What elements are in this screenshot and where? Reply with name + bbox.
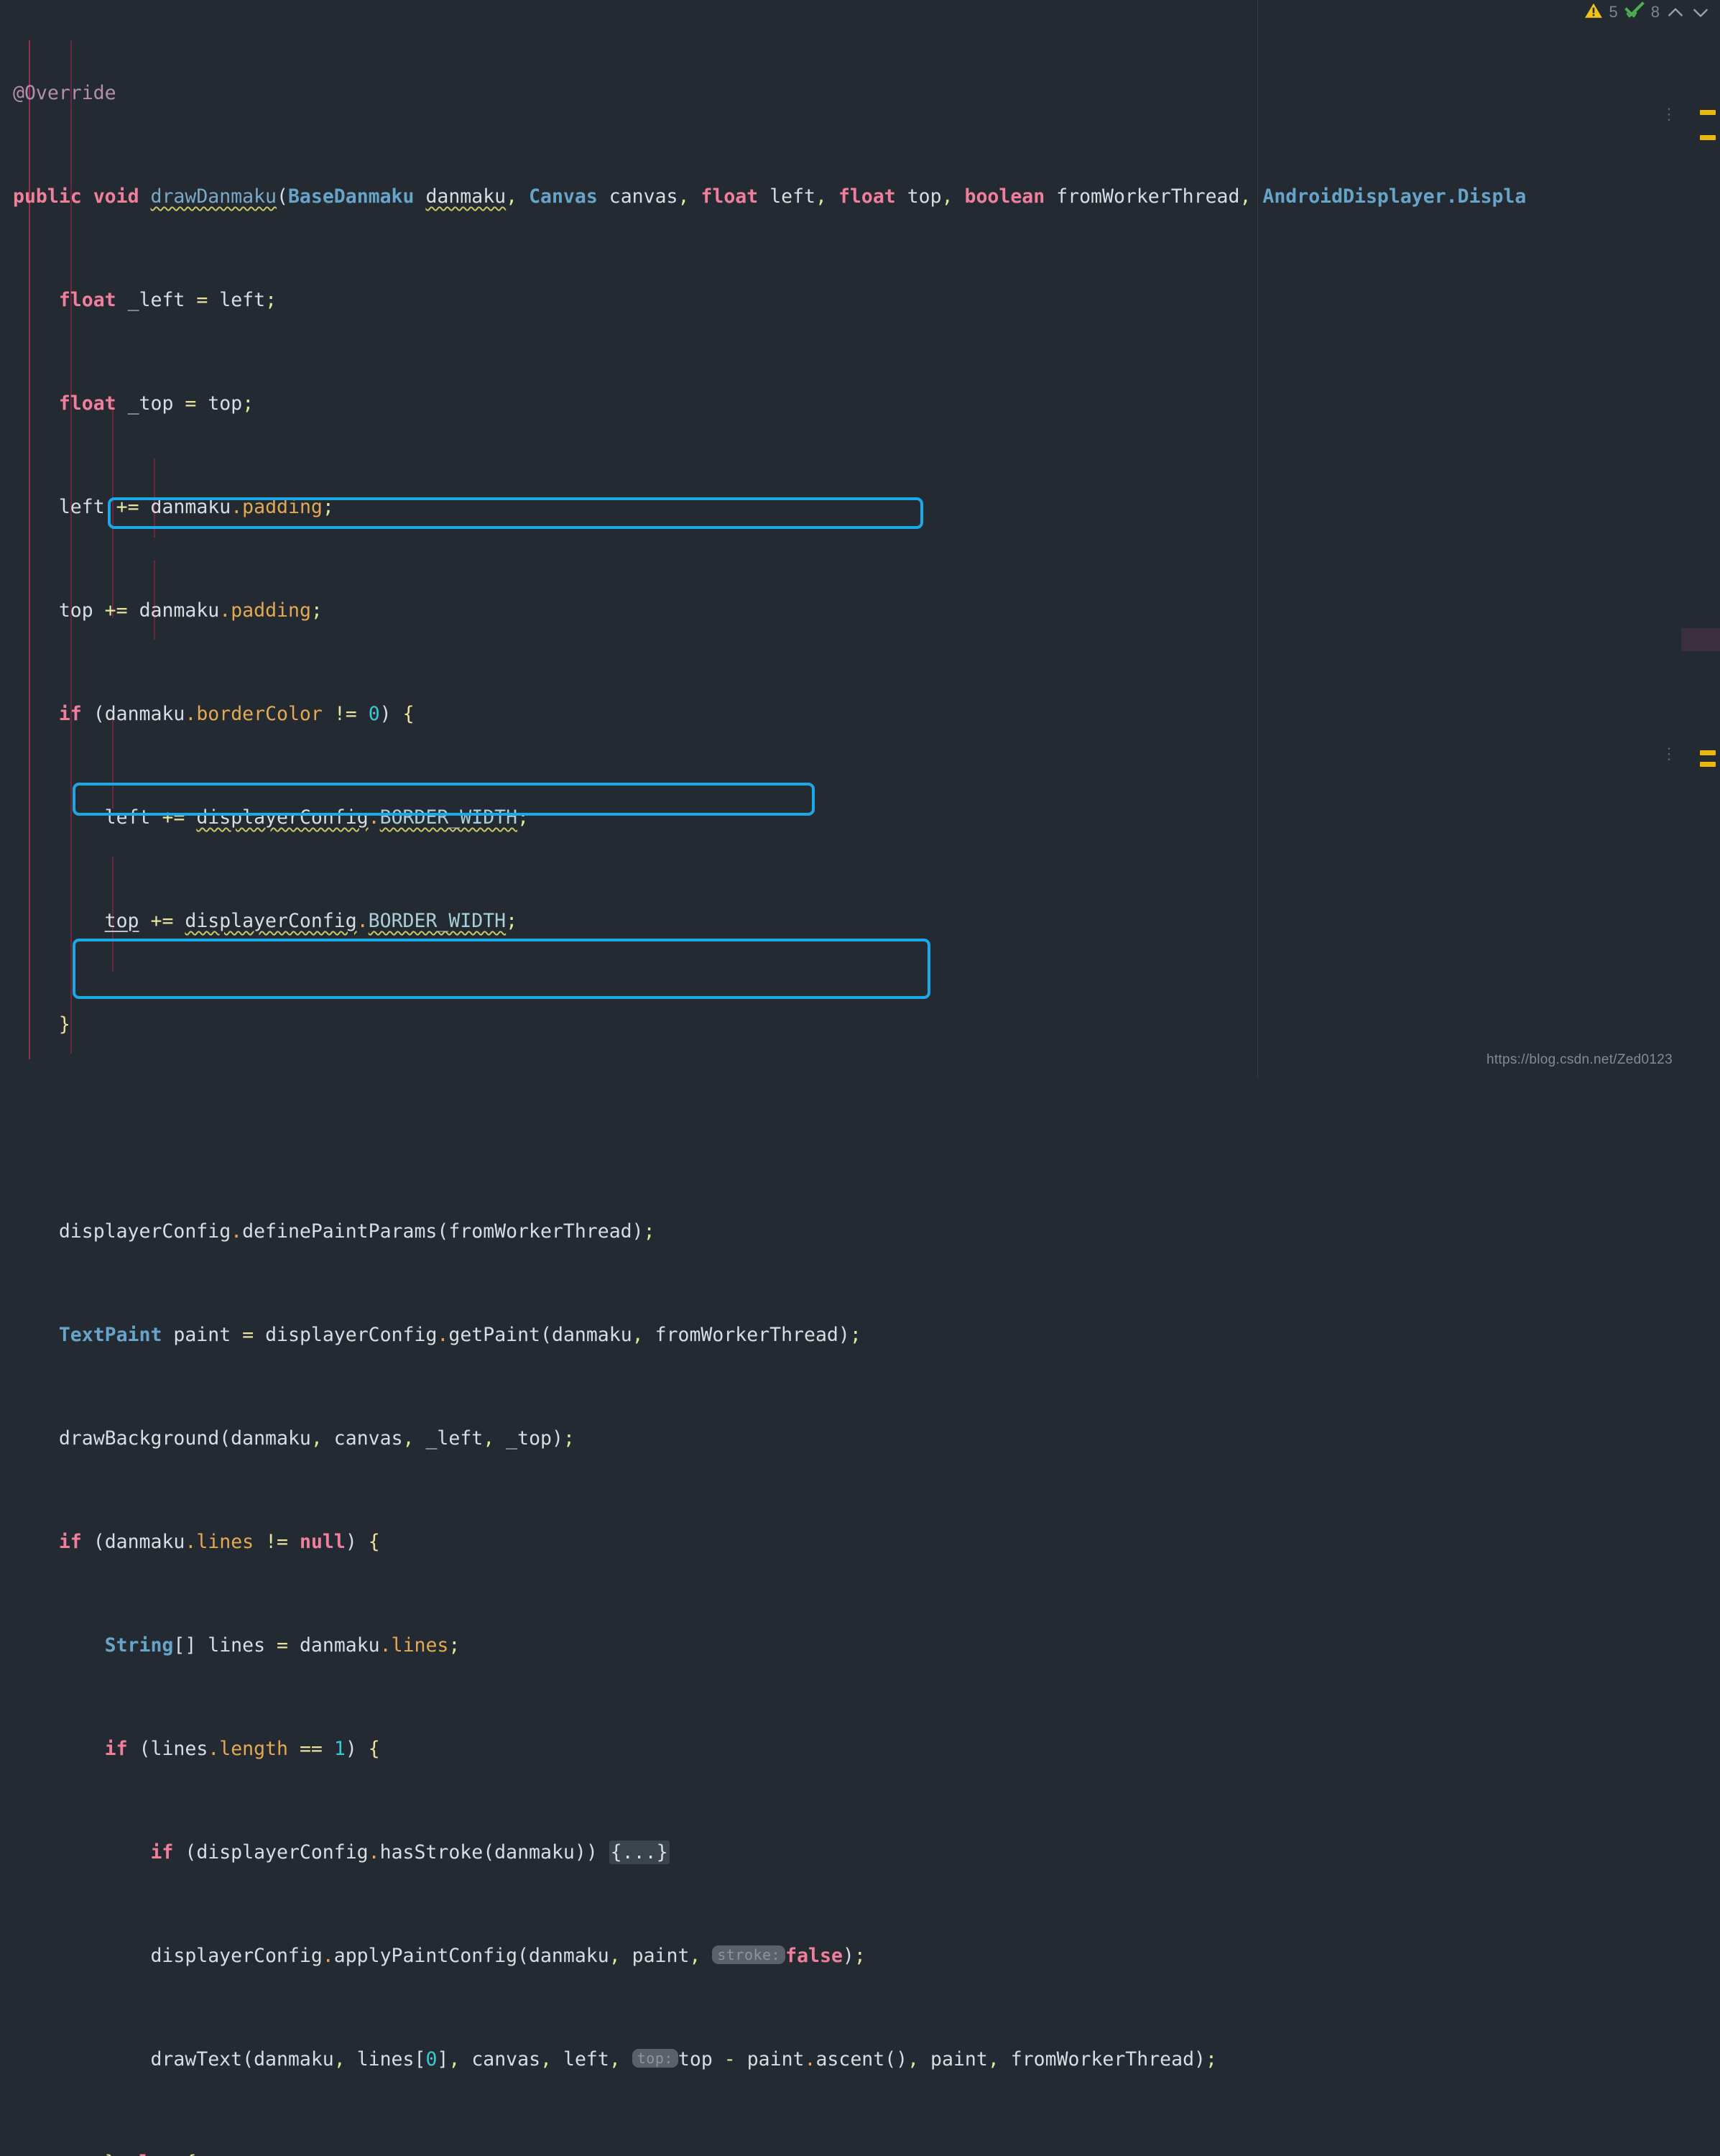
field-borderColor: borderColor bbox=[196, 703, 323, 725]
code-line-5[interactable]: left += danmaku.padding; bbox=[0, 494, 1720, 520]
type-TextPaint: TextPaint bbox=[58, 1324, 162, 1346]
param-hint-stroke: stroke: bbox=[712, 1945, 786, 1964]
green-check-icon[interactable] bbox=[1624, 1, 1645, 23]
code-line-21[interactable]: } else { bbox=[0, 2150, 1720, 2156]
warning-triangle-icon[interactable] bbox=[1584, 1, 1603, 23]
param-danmaku: danmaku bbox=[425, 185, 507, 208]
kw-if: if bbox=[104, 1738, 128, 1760]
code-line-19[interactable]: displayerConfig.applyPaintConfig(danmaku… bbox=[0, 1943, 1720, 1969]
fold-marker-mid[interactable]: ⋮ bbox=[1661, 747, 1677, 763]
type-BaseDanmaku: BaseDanmaku bbox=[287, 185, 415, 208]
warning-marker-2[interactable] bbox=[1700, 135, 1716, 140]
field-lines: lines bbox=[196, 1531, 254, 1553]
param-left: left bbox=[769, 185, 816, 208]
code-line-14[interactable]: drawBackground(danmaku, canvas, _left, _… bbox=[0, 1426, 1720, 1452]
code-line-4[interactable]: float _top = top; bbox=[0, 391, 1720, 417]
code-line-20[interactable]: drawText(danmaku, lines[0], canvas, left… bbox=[0, 2047, 1720, 2073]
field-lines: lines bbox=[391, 1634, 449, 1657]
type-Canvas: Canvas bbox=[529, 185, 598, 208]
chevron-down-icon[interactable] bbox=[1691, 3, 1710, 22]
scrollbar-marker-track[interactable] bbox=[1681, 0, 1720, 1078]
const-BORDER-WIDTH: BORDER_WIDTH bbox=[379, 806, 518, 829]
field-padding: padding bbox=[231, 599, 311, 622]
code-line-8[interactable]: left += displayerConfig.BORDER_WIDTH; bbox=[0, 805, 1720, 831]
kw-if: if bbox=[58, 1531, 82, 1553]
kw-null: null bbox=[299, 1531, 346, 1553]
kw-public: public bbox=[13, 185, 82, 208]
field-padding: padding bbox=[242, 496, 323, 518]
param-canvas: canvas bbox=[609, 185, 678, 208]
type-AndroidDisplayer: AndroidDisplayer.Displa bbox=[1262, 185, 1527, 208]
code-line-13[interactable]: TextPaint paint = displayerConfig.getPai… bbox=[0, 1322, 1720, 1348]
watermark: https://blog.csdn.net/Zed0123 bbox=[1486, 1052, 1673, 1067]
code-line-15[interactable]: if (danmaku.lines != null) { bbox=[0, 1529, 1720, 1555]
kw-float-1: float bbox=[701, 185, 759, 208]
code-line-3[interactable]: float _left = left; bbox=[0, 287, 1720, 313]
kw-boolean: boolean bbox=[964, 185, 1045, 208]
warning-count: 5 bbox=[1609, 3, 1618, 21]
code-line-17[interactable]: if (lines.length == 1) { bbox=[0, 1736, 1720, 1762]
code-editor[interactable]: @Override public void drawDanmaku(BaseDa… bbox=[0, 0, 1720, 2156]
param-hint-top: top: bbox=[632, 2049, 678, 2068]
kw-float: float bbox=[58, 392, 116, 415]
code-line-10[interactable]: } bbox=[0, 1012, 1720, 1038]
kw-float: float bbox=[58, 289, 116, 311]
code-line-18[interactable]: if (displayerConfig.hasStroke(danmaku)) … bbox=[0, 1840, 1720, 1866]
kw-if: if bbox=[58, 703, 82, 725]
type-String: String bbox=[104, 1634, 174, 1657]
warning-marker-4[interactable] bbox=[1700, 762, 1716, 767]
chevron-up-icon[interactable] bbox=[1666, 3, 1685, 22]
field-length: length bbox=[219, 1738, 288, 1760]
kw-void: void bbox=[93, 185, 139, 208]
warning-marker-1[interactable] bbox=[1700, 110, 1716, 115]
param-fromWorkerThread: fromWorkerThread bbox=[1056, 185, 1240, 208]
kw-else: else bbox=[128, 2152, 174, 2156]
code-line-11[interactable] bbox=[0, 1115, 1720, 1141]
code-line-12[interactable]: displayerConfig.definePaintParams(fromWo… bbox=[0, 1219, 1720, 1245]
code-line-6[interactable]: top += danmaku.padding; bbox=[0, 598, 1720, 624]
annotation-override: @Override bbox=[13, 82, 116, 104]
code-line-7[interactable]: if (danmaku.borderColor != 0) { bbox=[0, 701, 1720, 727]
code-content[interactable]: @Override public void drawDanmaku(BaseDa… bbox=[0, 0, 1720, 2156]
kw-float-2: float bbox=[838, 185, 896, 208]
param-top: top bbox=[907, 185, 942, 208]
ok-count: 8 bbox=[1650, 3, 1660, 21]
kw-if: if bbox=[150, 1841, 174, 1864]
code-line-2[interactable]: public void drawDanmaku(BaseDanmaku danm… bbox=[0, 184, 1720, 210]
current-line-marker bbox=[1681, 628, 1720, 651]
code-line-16[interactable]: String[] lines = danmaku.lines; bbox=[0, 1633, 1720, 1659]
const-BORDER-WIDTH: BORDER_WIDTH bbox=[368, 910, 507, 932]
fold-marker-top[interactable]: ⋮ bbox=[1661, 107, 1677, 123]
code-line-9[interactable]: top += displayerConfig.BORDER_WIDTH; bbox=[0, 908, 1720, 934]
code-fold-ellipsis[interactable]: {...} bbox=[609, 1841, 670, 1864]
method-name-drawDanmaku: drawDanmaku bbox=[150, 185, 277, 208]
code-line-1[interactable]: @Override bbox=[0, 80, 1720, 106]
warning-marker-3[interactable] bbox=[1700, 750, 1716, 755]
inspection-widget[interactable]: 5 8 bbox=[1584, 0, 1711, 24]
